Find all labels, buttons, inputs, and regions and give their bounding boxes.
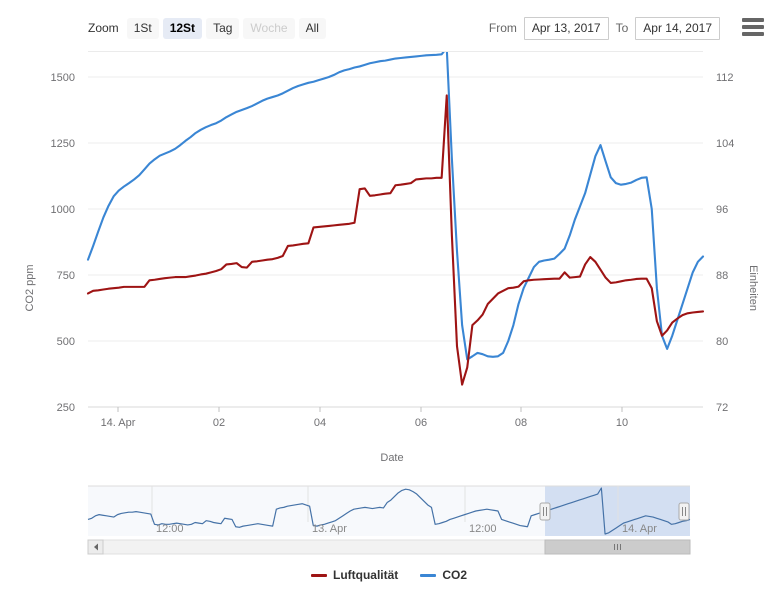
range-button-tag[interactable]: Tag (206, 17, 240, 39)
legend-label-co2: CO2 (442, 568, 467, 582)
legend-swatch-luftqualitaet (310, 573, 327, 577)
navigator-handle-right[interactable] (678, 502, 690, 521)
main-chart-svg: 250 500 750 1000 1250 1500 72 80 88 96 104 112 14.… (24, 52, 759, 464)
chart-toolbar: Zoom 1St 12St Tag Woche All From Apr 13,… (0, 0, 778, 52)
navigator-time-label: 14. Apr (622, 523, 657, 535)
stock-chart-widget: Zoom 1St 12St Tag Woche All From Apr 13,… (0, 0, 778, 590)
legend-item-co2[interactable]: CO2 (420, 568, 467, 582)
y-axis-left-title: CO2 ppm (24, 264, 36, 311)
x-axis-tick-label: 10 (616, 417, 628, 429)
plot-series (86, 52, 705, 386)
chart-legend: Luftqualität CO2 (0, 563, 778, 587)
gridlines (88, 76, 703, 342)
x-axis-tick-label: 14. Apr (101, 417, 136, 429)
y-axis-right: 72 80 88 96 104 112 (716, 72, 734, 414)
x-axis-tick-label: 08 (515, 417, 527, 429)
y-axis-left-tick: 750 (57, 270, 75, 282)
range-button-woche: Woche (243, 17, 295, 39)
y-axis-left-tick: 1000 (51, 204, 75, 216)
x-axis: 14. Apr 02 04 06 08 10 (88, 406, 703, 429)
y-axis-right-tick: 104 (716, 138, 734, 150)
x-axis-tick-label: 06 (415, 417, 427, 429)
main-chart: 250 500 750 1000 1250 1500 72 80 88 96 104 112 14.… (0, 52, 778, 470)
range-button-12st[interactable]: 12St (162, 17, 203, 39)
legend-item-luftqualitaet[interactable]: Luftqualität (310, 568, 399, 582)
navigator-time-label: 13. Apr (312, 523, 347, 535)
zoom-label: Zoom (88, 21, 119, 35)
hamburger-menu-icon[interactable] (742, 18, 764, 36)
series-line-co2[interactable] (86, 52, 705, 361)
range-selector: Zoom 1St 12St Tag Woche All (88, 17, 330, 39)
y-axis-right-tick: 88 (716, 270, 728, 282)
y-axis-left-tick: 1250 (51, 138, 75, 150)
hamburger-bar-1 (742, 18, 764, 22)
to-date-input[interactable]: Apr 14, 2017 (635, 17, 720, 40)
legend-label-luftqualitaet: Luftqualität (332, 568, 399, 582)
chart-navigator[interactable]: 12:00 13. Apr 12:00 14. Apr (0, 478, 778, 558)
y-axis-right-tick: 72 (716, 402, 728, 414)
y-axis-left: 250 500 750 1000 1250 1500 (51, 72, 75, 414)
range-button-all[interactable]: All (298, 17, 326, 39)
date-range-inputs: From Apr 13, 2017 To Apr 14, 2017 (489, 17, 720, 40)
navigator-svg[interactable]: 12:00 13. Apr 12:00 14. Apr (0, 478, 778, 558)
y-axis-right-tick: 112 (716, 72, 734, 84)
y-axis-right-title: Einheiten (747, 265, 759, 311)
x-axis-title: Date (380, 452, 403, 464)
y-axis-left-tick: 1500 (51, 72, 75, 84)
navigator-handle-left[interactable] (539, 502, 551, 521)
range-button-1st[interactable]: 1St (126, 17, 159, 39)
x-axis-tick-label: 04 (314, 417, 326, 429)
from-date-input[interactable]: Apr 13, 2017 (523, 17, 609, 40)
navigator-scrollbar[interactable] (87, 539, 691, 555)
hamburger-bar-2 (742, 25, 764, 29)
navigator-time-label: 12:00 (469, 523, 497, 535)
navigator-time-label: 12:00 (156, 523, 184, 535)
from-label: From (488, 21, 517, 35)
y-axis-left-tick: 250 (57, 402, 75, 414)
hamburger-bar-3 (742, 32, 764, 36)
legend-swatch-co2 (420, 573, 437, 577)
y-axis-right-tick: 96 (716, 204, 728, 216)
x-axis-tick-label: 02 (213, 417, 225, 429)
y-axis-right-tick: 80 (716, 336, 728, 348)
to-label: To (615, 21, 629, 35)
y-axis-left-tick: 500 (57, 336, 75, 348)
